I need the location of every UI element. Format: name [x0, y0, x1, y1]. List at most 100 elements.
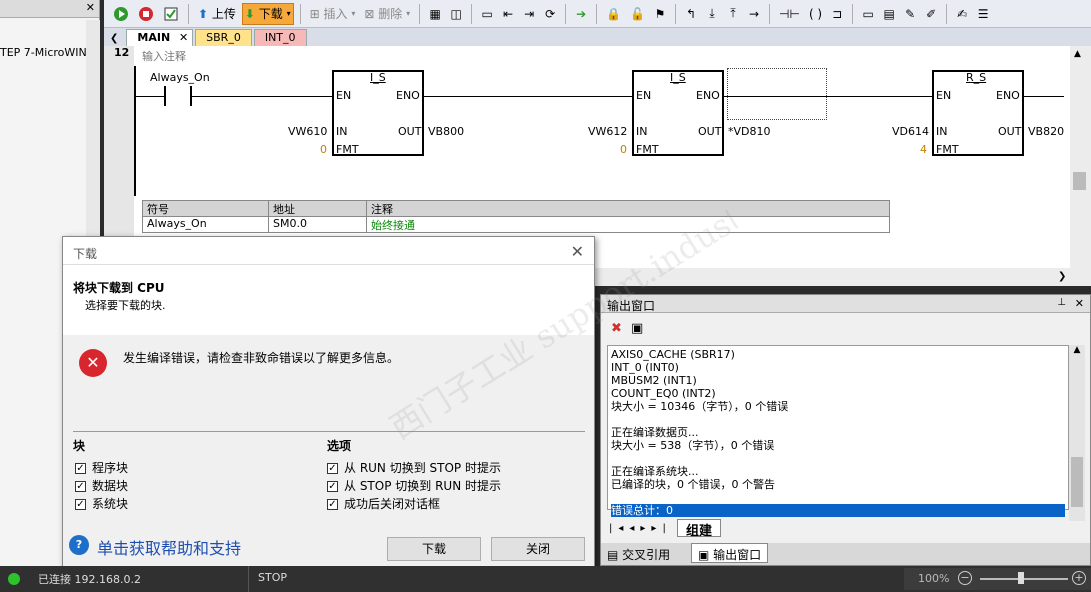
close-icon[interactable]: ✕	[571, 242, 584, 261]
help-icon[interactable]: ?	[69, 535, 89, 555]
ladder-editor[interactable]: 12 输入注释 Always_On I_S EN ENO IN OUT FMT …	[104, 46, 1070, 268]
scroll-thumb[interactable]	[1073, 172, 1086, 190]
address-cell[interactable]: SM0.0	[269, 217, 367, 232]
upload-button[interactable]: ⬆ 上传	[195, 3, 239, 25]
box-icon[interactable]: ▭	[478, 3, 496, 25]
comment-cell[interactable]: 始终接通	[367, 217, 889, 232]
rung-comment[interactable]: 输入注释	[142, 48, 186, 64]
block-3-out: OUT	[998, 125, 1022, 138]
download-dialog-button[interactable]: 下载	[387, 537, 481, 561]
scroll-up-icon[interactable]: ▲	[1074, 49, 1081, 59]
box-insert-icon[interactable]: ⊐	[828, 3, 846, 25]
symbol-cell[interactable]: Always_On	[143, 217, 269, 232]
close-icon[interactable]: ✕	[179, 30, 188, 46]
block-2-fmt-value[interactable]: 0	[620, 143, 627, 156]
block-option[interactable]: ✓ 数据块	[75, 477, 128, 495]
block-2-in-value[interactable]: VW612	[588, 125, 627, 138]
green-arrow-icon[interactable]: ➔	[572, 3, 590, 25]
checkbox-icon[interactable]: ✓	[327, 463, 338, 474]
zoom-out-icon[interactable]: −	[958, 571, 972, 585]
dialog-title-bar: 下载 ✕	[63, 237, 594, 265]
checkbox-icon[interactable]: ✓	[327, 481, 338, 492]
note-icon[interactable]: ✍	[953, 3, 971, 25]
contact-icon[interactable]: ⊣⊢	[776, 3, 803, 25]
checkbox-icon[interactable]: ✓	[327, 499, 338, 510]
block-1-in-value[interactable]: VW610	[288, 125, 327, 138]
checkbox-icon[interactable]: ✓	[75, 499, 86, 510]
scroll-up-icon[interactable]: ▲	[1069, 345, 1085, 355]
tab-sbr0[interactable]: SBR_0	[195, 29, 252, 46]
delete-button[interactable]: ⊠ 删除 ▾	[361, 3, 413, 25]
unlock-icon[interactable]: 🔓	[627, 3, 648, 25]
vertical-scrollbar[interactable]: ▲	[1069, 345, 1085, 521]
block-3-fmt-value[interactable]: 4	[920, 143, 927, 156]
close-icon[interactable]: ✕	[86, 1, 95, 14]
block-option[interactable]: ✓ 程序块	[75, 459, 128, 477]
tab-build[interactable]: 组建	[677, 519, 722, 539]
help-link[interactable]: 单击获取帮助和支持	[97, 535, 241, 559]
block-option[interactable]: ✓ 系统块	[75, 495, 128, 513]
checkbox-icon[interactable]: ✓	[75, 481, 86, 492]
block-2-out-value[interactable]: *VD810	[728, 125, 771, 138]
block-3-out-value[interactable]: VB820	[1028, 125, 1064, 138]
download-button[interactable]: ⬇ 下载 ▾	[241, 2, 294, 25]
list-icon[interactable]: ☰	[974, 3, 992, 25]
forward-icon[interactable]: ⇥	[520, 3, 538, 25]
lock-icon[interactable]: 🔒	[603, 3, 624, 25]
clear-icon[interactable]: ✖	[611, 321, 622, 336]
monitor-icon[interactable]: ▦	[426, 3, 444, 25]
zoom-slider[interactable]	[980, 578, 1068, 580]
line-up-icon[interactable]: ⤒	[724, 3, 742, 25]
scroll-right-icon[interactable]: ❯	[1058, 271, 1066, 282]
stop-icon[interactable]	[135, 3, 157, 25]
output-log[interactable]: AXIS0_CACHE (SBR17) INT_0 (INT0) MBUSM2 (I…	[607, 345, 1069, 517]
table-icon[interactable]: ▤	[880, 3, 898, 25]
symbol-icon[interactable]: ▭	[859, 3, 877, 25]
line-down-icon[interactable]: ⤓	[703, 3, 721, 25]
tab-main[interactable]: MAIN ✕	[126, 29, 194, 46]
project-tree-item[interactable]: TEP 7-MicroWIN	[0, 46, 87, 59]
copy-icon[interactable]: ▣	[631, 321, 643, 336]
pause-icon[interactable]: ◫	[447, 3, 465, 25]
back-icon[interactable]: ⇤	[499, 3, 517, 25]
refresh-icon[interactable]: ⟳	[541, 3, 559, 25]
line-right-icon[interactable]: →	[745, 3, 763, 25]
dialog-title: 下载	[73, 247, 98, 261]
contact-left[interactable]	[164, 86, 166, 106]
close-icon[interactable]: ✕	[1075, 297, 1084, 310]
branch-icon[interactable]: ↰	[682, 3, 700, 25]
output-title-bar: 输出窗口 ⊥ ✕	[601, 295, 1090, 313]
tab-output-window[interactable]: ▣ 输出窗口	[691, 543, 769, 563]
block-3-in-value[interactable]: VD614	[892, 125, 929, 138]
edit2-icon[interactable]: ✐	[922, 3, 940, 25]
option-item[interactable]: ✓ 成功后关闭对话框	[327, 495, 501, 513]
selection-cell[interactable]	[727, 68, 827, 120]
log-line-selected[interactable]: 错误总计：0	[611, 504, 1065, 517]
zoom-in-icon[interactable]: +	[1072, 571, 1086, 585]
tab-label: 交叉引用	[622, 548, 671, 562]
option-item[interactable]: ✓ 从 STOP 切换到 RUN 时提示	[327, 477, 501, 495]
zoom-thumb[interactable]	[1018, 572, 1024, 584]
chevron-left-icon[interactable]: ❮	[110, 33, 118, 44]
tab-int0[interactable]: INT_0	[253, 29, 307, 46]
option-label: 从 STOP 切换到 RUN 时提示	[344, 479, 501, 493]
compile-icon[interactable]	[160, 3, 182, 25]
option-item[interactable]: ✓ 从 RUN 切换到 STOP 时提示	[327, 459, 501, 477]
tab-cross-reference[interactable]: ▤ 交叉引用	[607, 546, 670, 563]
nav-arrows-icon[interactable]: |◂◂▸▸|	[609, 523, 672, 534]
coil-icon[interactable]: ( )	[806, 3, 825, 25]
bookmark-icon[interactable]: ⚑	[651, 3, 669, 25]
vertical-scrollbar[interactable]: ▲	[1070, 46, 1091, 268]
blocks-title: 块	[73, 439, 86, 453]
pin-icon[interactable]: ⊥	[1057, 297, 1066, 308]
close-dialog-button[interactable]: 关闭	[491, 537, 585, 561]
block-1-fmt-value[interactable]: 0	[320, 143, 327, 156]
scroll-thumb[interactable]	[1071, 457, 1083, 507]
edit-icon[interactable]: ✎	[901, 3, 919, 25]
insert-button[interactable]: ⊞ 插入 ▾	[307, 3, 359, 25]
checkbox-icon[interactable]: ✓	[75, 463, 86, 474]
block-1-out-value[interactable]: VB800	[428, 125, 464, 138]
run-icon[interactable]	[110, 3, 132, 25]
